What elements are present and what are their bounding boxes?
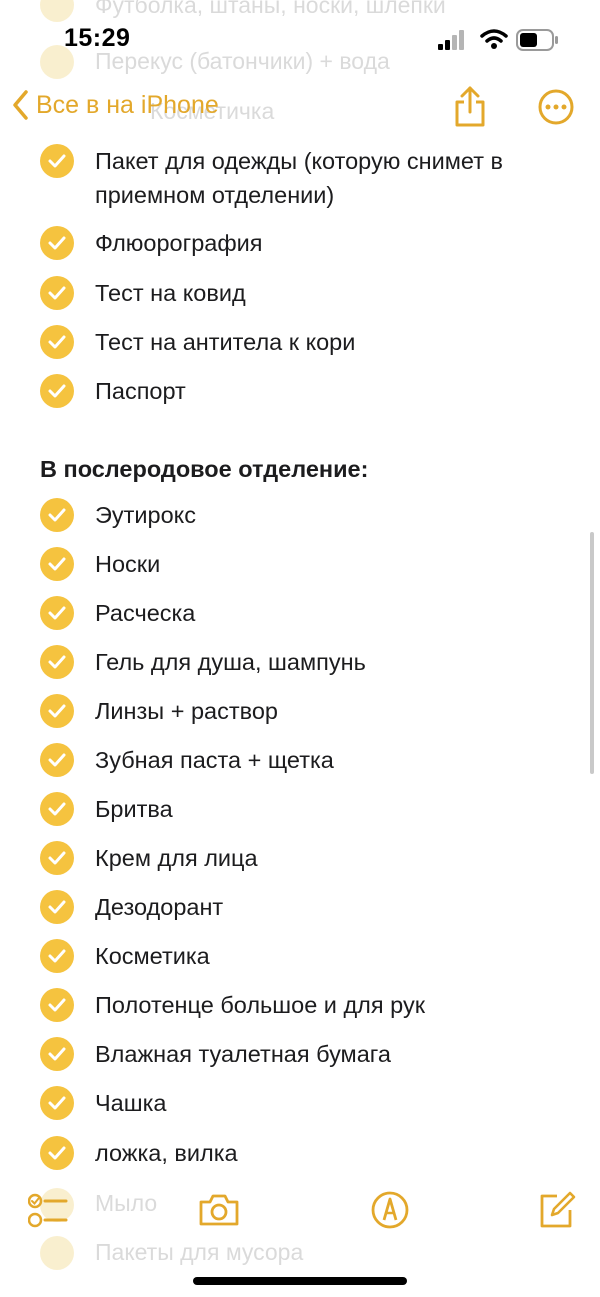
- back-label: Все в на iPhone: [36, 90, 219, 119]
- scroll-indicator[interactable]: [590, 532, 594, 774]
- checklist-item-text[interactable]: Чашка: [95, 1086, 575, 1120]
- nav-bar: Все в на iPhone: [0, 80, 600, 140]
- checklist-item-text[interactable]: Бритва: [95, 792, 575, 826]
- checkmark-icon[interactable]: [40, 374, 74, 408]
- status-bar: 15:29: [0, 0, 600, 80]
- checkmark-icon[interactable]: [40, 1136, 74, 1170]
- more-options-icon[interactable]: [538, 89, 574, 125]
- checkmark-icon[interactable]: [40, 939, 74, 973]
- checkmark-icon[interactable]: [40, 596, 74, 630]
- checkmark-icon[interactable]: [40, 792, 74, 826]
- checkmark-icon[interactable]: [40, 645, 74, 679]
- checklist-item-text[interactable]: Влажная туалетная бумага: [95, 1037, 575, 1071]
- section-heading: В послеродовое отделение:: [40, 456, 369, 482]
- checklist-item-text[interactable]: Дезодорант: [95, 890, 575, 924]
- checkmark-icon[interactable]: [40, 144, 74, 178]
- checkmark-icon[interactable]: [40, 694, 74, 728]
- compose-icon[interactable]: [538, 1190, 576, 1230]
- markup-pen-icon[interactable]: [370, 1190, 410, 1230]
- back-button[interactable]: Все в на iPhone: [12, 90, 219, 120]
- share-icon[interactable]: [453, 86, 487, 128]
- wifi-icon: [480, 29, 508, 49]
- checklist-item-text[interactable]: ложка, вилка: [95, 1136, 575, 1170]
- checkmark-icon[interactable]: [40, 498, 74, 532]
- checkmark-icon[interactable]: [40, 325, 74, 359]
- checkmark-icon[interactable]: [40, 276, 74, 310]
- checklist-item-text[interactable]: Расческа: [95, 596, 575, 630]
- checklist-item-text[interactable]: Полотенце большое и для рук: [95, 988, 575, 1022]
- checkmark-icon[interactable]: [40, 988, 74, 1022]
- home-indicator[interactable]: [193, 1277, 407, 1285]
- checkmark-icon[interactable]: [40, 1086, 74, 1120]
- checklist-item-text[interactable]: Пакет для одежды (которую снимет в прием…: [95, 144, 575, 212]
- checkmark-icon[interactable]: [40, 1037, 74, 1071]
- checklist-item-text[interactable]: Флюорография: [95, 226, 575, 260]
- checklist-item-text[interactable]: Зубная паста + щетка: [95, 743, 575, 777]
- checklist-icon[interactable]: [28, 1190, 68, 1230]
- status-time: 15:29: [64, 24, 131, 52]
- checkmark-icon[interactable]: [40, 841, 74, 875]
- checklist-item-text[interactable]: Тест на антитела к кори: [95, 325, 575, 359]
- camera-icon[interactable]: [198, 1190, 240, 1230]
- checkmark-icon[interactable]: [40, 890, 74, 924]
- checklist-item-text[interactable]: Линзы + раствор: [95, 694, 575, 728]
- checkmark-icon[interactable]: [40, 226, 74, 260]
- bottom-toolbar: [0, 1180, 600, 1244]
- battery-icon: [516, 29, 558, 51]
- checklist-item-text[interactable]: Носки: [95, 547, 575, 581]
- chevron-left-icon: [13, 90, 28, 120]
- checklist-item-text[interactable]: Гель для душа, шампунь: [95, 645, 575, 679]
- cellular-signal-icon: [438, 30, 464, 50]
- checkmark-icon[interactable]: [40, 547, 74, 581]
- checklist-item-text[interactable]: Паспорт: [95, 374, 575, 408]
- checkmark-icon[interactable]: [40, 743, 74, 777]
- checklist-item-text[interactable]: Крем для лица: [95, 841, 575, 875]
- checklist-item-text[interactable]: Тест на ковид: [95, 276, 575, 310]
- checklist-item-text[interactable]: Эутирокс: [95, 498, 575, 532]
- checklist-item-text[interactable]: Косметика: [95, 939, 575, 973]
